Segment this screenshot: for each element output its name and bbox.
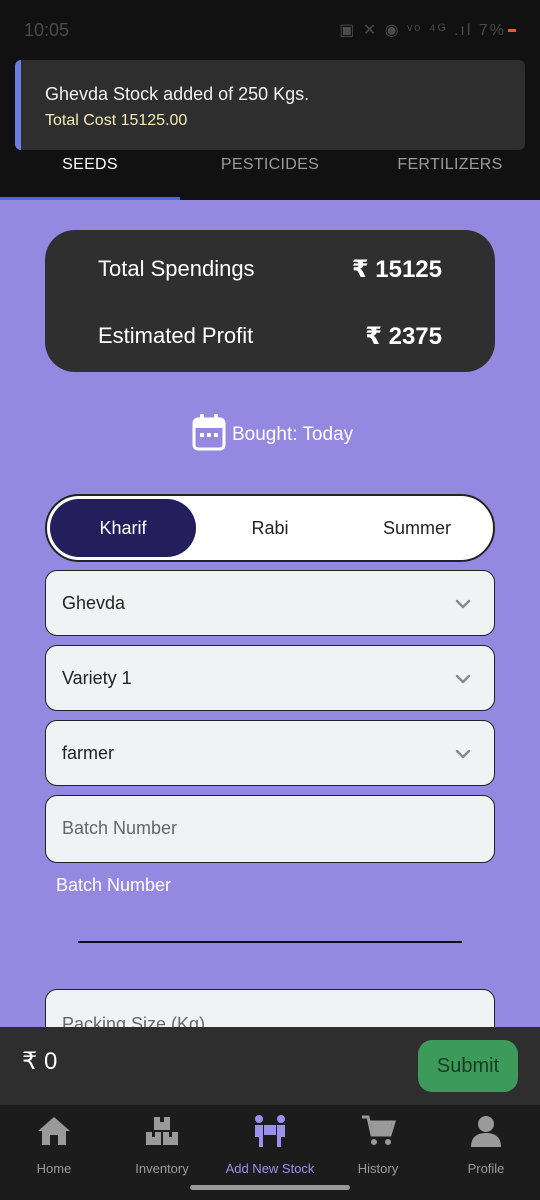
active-tab-indicator: [0, 197, 180, 200]
chevron-down-icon: [455, 674, 471, 684]
season-rabi[interactable]: Rabi: [197, 499, 343, 557]
season-toggle: Kharif Rabi Summer: [45, 494, 495, 562]
people-carry-box-icon: [255, 1115, 285, 1147]
battery-icon: [508, 29, 516, 33]
crop-value: Ghevda: [62, 593, 126, 613]
total-spendings-value: ₹ 15125: [351, 256, 442, 283]
source-value: farmer: [62, 743, 115, 763]
batch-number-input[interactable]: Batch Number: [45, 795, 495, 863]
source-dropdown[interactable]: farmer: [45, 720, 495, 786]
calendar-icon: [192, 414, 226, 451]
status-bar: 10:05 ▣ ✕ ◉ ᵛᵒ ⁴ᴳ .ıl 7%: [0, 0, 540, 60]
bottom-action-bar: ₹ 0 Submit: [0, 1027, 540, 1105]
snackbar-title: Ghevda Stock added of 250 Kgs.: [45, 84, 310, 104]
boxes-icon: [146, 1117, 178, 1145]
variety-value: Variety 1: [62, 668, 132, 688]
status-time: 10:05: [24, 20, 70, 40]
status-indicator-icons: ▣ ✕ ◉ ᵛᵒ ⁴ᴳ .ıl: [339, 22, 473, 39]
variety-dropdown[interactable]: Variety 1: [45, 645, 495, 711]
cart-icon: [362, 1115, 396, 1145]
batch-number-underline: [78, 941, 462, 943]
crop-dropdown[interactable]: Ghevda: [45, 570, 495, 636]
chevron-down-icon: [455, 599, 471, 609]
submit-button[interactable]: Submit: [418, 1040, 518, 1092]
tab-seeds[interactable]: SEEDS: [0, 150, 180, 200]
bought-text: Bought: Today: [232, 424, 354, 445]
home-icon: [38, 1117, 70, 1145]
estimated-profit-value: ₹ 2375: [365, 323, 442, 350]
batch-number-label: Batch Number: [56, 875, 172, 895]
total-amount: ₹ 0: [22, 1048, 58, 1075]
season-kharif[interactable]: Kharif: [50, 499, 196, 557]
chevron-down-icon: [455, 749, 471, 759]
total-spendings-label: Total Spendings: [98, 256, 255, 281]
battery-percent: 7%: [478, 22, 506, 39]
user-icon: [471, 1116, 501, 1147]
tab-pesticides[interactable]: PESTICIDES: [180, 150, 360, 200]
snackbar: Ghevda Stock added of 250 Kgs. Total Cos…: [15, 60, 525, 150]
batch-number-placeholder: Batch Number: [62, 818, 178, 838]
nav-profile[interactable]: Profile: [432, 1105, 540, 1185]
home-indicator[interactable]: [190, 1185, 350, 1190]
status-icons: ▣ ✕ ◉ ᵛᵒ ⁴ᴳ .ıl 7%: [339, 20, 516, 40]
nav-profile-label: Profile: [467, 1161, 505, 1176]
season-summer[interactable]: Summer: [344, 499, 490, 557]
header-area: Ghevda Stock added of 250 Kgs. Total Cos…: [0, 60, 540, 200]
tab-fertilizers[interactable]: FERTILIZERS: [360, 150, 540, 200]
estimated-profit-label: Estimated Profit: [98, 323, 254, 348]
summary-card: Total Spendings ₹ 15125 Estimated Profit…: [45, 230, 495, 372]
snackbar-subtitle: Total Cost 15125.00: [45, 112, 188, 129]
category-tabs: SEEDS PESTICIDES FERTILIZERS: [0, 150, 540, 200]
